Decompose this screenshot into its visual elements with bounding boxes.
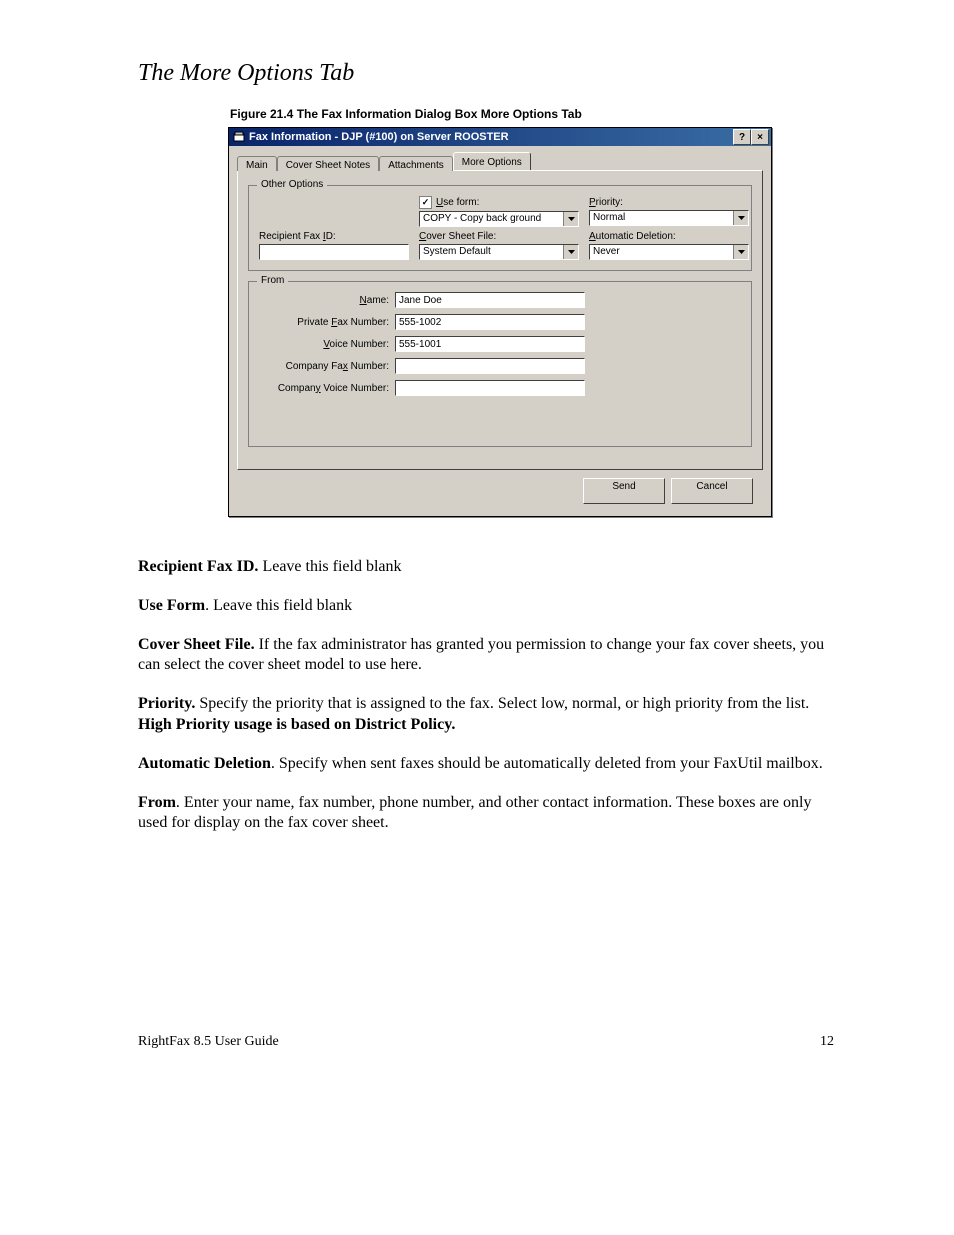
group-from: From Name: Private Fax Number: Voice Num…	[248, 281, 752, 447]
company-fax-input[interactable]	[395, 358, 585, 374]
chevron-down-icon[interactable]	[563, 212, 578, 226]
para-from: From. Enter your name, fax number, phone…	[138, 793, 834, 835]
from-name-input[interactable]	[395, 292, 585, 308]
cover-sheet-value: System Default	[420, 245, 563, 259]
cover-sheet-combo[interactable]: System Default	[419, 244, 579, 260]
use-form-label: Use form:	[436, 197, 479, 208]
para-priority: Priority. Specify the priority that is a…	[138, 694, 834, 736]
from-name-label: Name:	[259, 295, 389, 306]
para-cover-sheet-file: Cover Sheet File. If the fax administrat…	[138, 635, 834, 677]
group-other-options-title: Other Options	[257, 179, 327, 190]
use-form-checkbox[interactable]: ✓	[419, 196, 432, 209]
footer-left: RightFax 8.5 User Guide	[138, 1034, 279, 1050]
body-copy: Recipient Fax ID. Leave this field blank…	[138, 557, 834, 834]
company-fax-label: Company Fax Number:	[259, 361, 389, 372]
use-form-combo[interactable]: COPY - Copy back ground	[419, 211, 579, 227]
footer-page-number: 12	[820, 1034, 834, 1050]
group-from-title: From	[257, 275, 288, 286]
recipient-fax-id-input[interactable]	[259, 244, 409, 260]
dialog-title: Fax Information - DJP (#100) on Server R…	[249, 131, 729, 143]
cancel-button[interactable]: Cancel	[671, 478, 753, 504]
close-button[interactable]: ×	[751, 129, 769, 145]
tab-more-options[interactable]: More Options	[453, 152, 531, 170]
page-footer: RightFax 8.5 User Guide 12	[138, 1034, 834, 1050]
automatic-deletion-label: Automatic Deletion:	[589, 231, 749, 242]
recipient-fax-id-label: Recipient Fax ID:	[259, 231, 409, 242]
dialog-client-area: Main Cover Sheet Notes Attachments More …	[229, 146, 771, 516]
tab-attachments[interactable]: Attachments	[379, 156, 453, 171]
priority-value: Normal	[590, 211, 733, 225]
tab-main[interactable]: Main	[237, 156, 277, 171]
help-button[interactable]: ?	[733, 129, 751, 145]
figure-caption: Figure 21.4 The Fax Information Dialog B…	[230, 107, 834, 121]
fax-info-dialog: Fax Information - DJP (#100) on Server R…	[228, 127, 772, 517]
cover-sheet-file-label: Cover Sheet File:	[419, 231, 579, 242]
para-automatic-deletion: Automatic Deletion. Specify when sent fa…	[138, 754, 834, 775]
voice-number-input[interactable]	[395, 336, 585, 352]
dialog-titlebar: Fax Information - DJP (#100) on Server R…	[229, 128, 771, 146]
use-form-value: COPY - Copy back ground	[420, 212, 563, 226]
tab-cover-sheet-notes[interactable]: Cover Sheet Notes	[277, 156, 380, 171]
dialog-button-row: Send Cancel	[237, 470, 763, 506]
chevron-down-icon[interactable]	[563, 245, 578, 259]
automatic-deletion-combo[interactable]: Never	[589, 244, 749, 260]
para-recipient-fax-id: Recipient Fax ID. Leave this field blank	[138, 557, 834, 578]
company-voice-label: Company Voice Number:	[259, 383, 389, 394]
app-icon	[233, 131, 245, 143]
private-fax-label: Private Fax Number:	[259, 317, 389, 328]
para-use-form: Use Form. Leave this field blank	[138, 596, 834, 617]
section-title: The More Options Tab	[138, 60, 834, 87]
tab-panel-more-options: Other Options ✓ Use form: COPY - Copy ba…	[237, 170, 763, 470]
company-voice-input[interactable]	[395, 380, 585, 396]
priority-combo[interactable]: Normal	[589, 210, 749, 226]
chevron-down-icon[interactable]	[733, 211, 748, 225]
priority-label: Priority:	[589, 197, 749, 208]
tab-strip: Main Cover Sheet Notes Attachments More …	[237, 152, 763, 170]
chevron-down-icon[interactable]	[733, 245, 748, 259]
voice-number-label: Voice Number:	[259, 339, 389, 350]
private-fax-input[interactable]	[395, 314, 585, 330]
send-button[interactable]: Send	[583, 478, 665, 504]
automatic-deletion-value: Never	[590, 245, 733, 259]
group-other-options: Other Options ✓ Use form: COPY - Copy ba…	[248, 185, 752, 271]
